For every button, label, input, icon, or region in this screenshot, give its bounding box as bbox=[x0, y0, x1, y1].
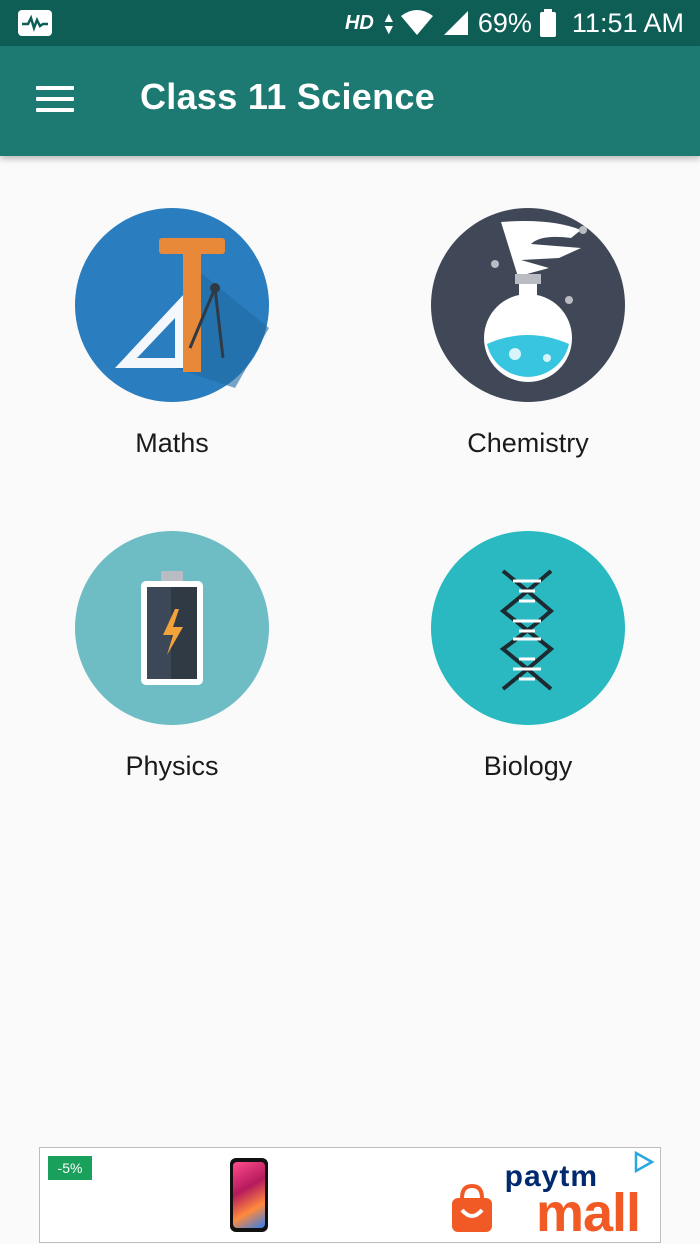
status-bar: HD ▲ ▼ 69% 11:51 AM bbox=[0, 0, 700, 46]
subject-label: Maths bbox=[135, 428, 209, 458]
clock: 11:51 AM bbox=[571, 7, 684, 38]
ad-banner[interactable]: -5% paytm mall bbox=[39, 1147, 661, 1243]
subject-tile-chemistry[interactable]: Chemistry bbox=[403, 208, 653, 459]
activity-monitor-icon bbox=[18, 10, 52, 36]
brand-main-text: mall bbox=[535, 1183, 641, 1243]
physics-battery-icon bbox=[75, 531, 269, 725]
paytm-mall-logo: paytm mall bbox=[450, 1152, 650, 1243]
data-arrows-icon: ▲ ▼ bbox=[381, 9, 396, 37]
phone-image bbox=[230, 1158, 268, 1232]
cell-signal-icon bbox=[443, 11, 468, 35]
wifi-icon bbox=[400, 10, 433, 35]
subject-tile-maths[interactable]: Maths bbox=[47, 208, 297, 459]
subject-label: Chemistry bbox=[467, 428, 589, 458]
subject-label: Physics bbox=[125, 751, 219, 781]
subject-label: Biology bbox=[483, 751, 573, 781]
hamburger-menu-icon[interactable] bbox=[30, 82, 78, 122]
network-type-label: HD bbox=[344, 11, 374, 34]
subject-tile-physics[interactable]: Physics bbox=[47, 531, 297, 782]
app-bar: Class 11 Science bbox=[0, 46, 700, 156]
subject-tile-biology[interactable]: Biology bbox=[403, 531, 653, 782]
shopping-bag-icon bbox=[452, 1184, 492, 1232]
chemistry-flask-icon bbox=[431, 208, 625, 402]
biology-dna-icon bbox=[431, 531, 625, 725]
battery-icon bbox=[539, 9, 556, 37]
maths-ruler-compass-icon bbox=[75, 208, 269, 402]
battery-percent: 69% bbox=[477, 7, 532, 38]
discount-badge: -5% bbox=[48, 1156, 92, 1180]
page-title: Class 11 Science bbox=[140, 76, 436, 117]
